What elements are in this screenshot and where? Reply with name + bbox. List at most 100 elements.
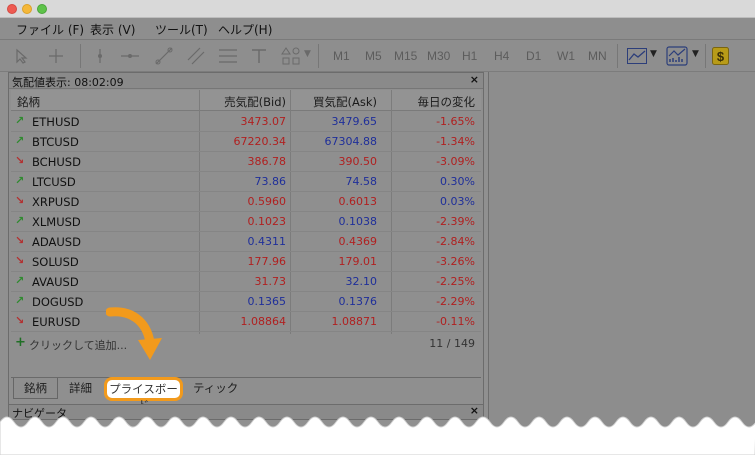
- daily-change: -3.26%: [436, 255, 475, 268]
- column-bid[interactable]: 売気配(Bid): [224, 94, 286, 110]
- table-row[interactable]: ↘ EURUSD 1.08864 1.08871 -0.11%: [11, 312, 481, 332]
- toolbar-separator: [705, 44, 706, 68]
- daily-change: -2.25%: [436, 275, 475, 288]
- plus-icon: +: [15, 335, 26, 350]
- daily-change: -2.39%: [436, 215, 475, 228]
- symbol-name: XRPUSD: [32, 195, 80, 209]
- bid-price: 386.78: [247, 155, 287, 168]
- text-tool-icon[interactable]: [250, 47, 268, 65]
- table-row[interactable]: ↘ SOLUSD 177.96 179.01 -3.26%: [11, 252, 481, 272]
- symbol-name: BTCUSD: [32, 135, 79, 149]
- arrow-down-icon: ↘: [15, 254, 25, 267]
- dollar-icon[interactable]: $: [712, 47, 729, 65]
- arrow-down-icon: ↘: [15, 154, 25, 167]
- crosshair-icon[interactable]: [48, 48, 64, 64]
- table-row[interactable]: ↗ DOGUSD 0.1365 0.1376 -2.29%: [11, 292, 481, 312]
- ask-price: 3479.65: [331, 115, 378, 128]
- table-row[interactable]: ↗ AVAUSD 31.73 32.10 -2.25%: [11, 272, 481, 292]
- bid-price: 3473.07: [240, 115, 287, 128]
- table-row[interactable]: ↗ BTCUSD 67220.34 67304.88 -1.34%: [11, 132, 481, 152]
- arrow-up-icon: ↗: [15, 274, 25, 287]
- bid-price: 0.1023: [247, 215, 287, 228]
- chart-area: [488, 72, 755, 455]
- bid-price: 1.08864: [240, 315, 287, 328]
- tab-symbols[interactable]: 銘柄: [13, 378, 58, 399]
- menu-file[interactable]: ファイル (F): [16, 21, 84, 38]
- arrow-up-icon: ↗: [15, 294, 25, 307]
- bid-price: 31.73: [254, 275, 287, 288]
- timeframe-m1[interactable]: M1: [333, 49, 350, 63]
- table-row[interactable]: ↗ LTCUSD 73.86 74.58 0.30%: [11, 172, 481, 192]
- tab-ticks[interactable]: ティック: [193, 380, 238, 396]
- timeframe-w1[interactable]: W1: [557, 49, 575, 63]
- column-daily-change[interactable]: 毎日の変化: [418, 94, 476, 110]
- arrow-down-icon: ↘: [15, 314, 25, 327]
- close-icon[interactable]: ×: [470, 73, 479, 86]
- add-symbol-row[interactable]: + クリックして追加... 11 / 149: [11, 334, 481, 354]
- daily-change: -2.84%: [436, 235, 475, 248]
- bid-price: 177.96: [247, 255, 287, 268]
- arrow-down-icon: ↘: [15, 234, 25, 247]
- timeframe-h1[interactable]: H1: [462, 49, 477, 63]
- table-row[interactable]: ↘ XRPUSD 0.5960 0.6013 0.03%: [11, 192, 481, 212]
- timeframe-m5[interactable]: M5: [365, 49, 382, 63]
- bid-price: 73.86: [254, 175, 287, 188]
- timeframe-mn[interactable]: MN: [588, 49, 607, 63]
- daily-change: 0.30%: [440, 175, 475, 188]
- column-symbol[interactable]: 銘柄: [17, 94, 40, 110]
- tab-price-board[interactable]: プライスボード: [104, 377, 183, 412]
- menu-help[interactable]: ヘルプ(H): [218, 21, 272, 38]
- arrow-up-icon: ↗: [15, 174, 25, 187]
- line-chart-icon[interactable]: [627, 48, 647, 64]
- tab-details[interactable]: 詳細: [69, 380, 92, 396]
- timeframe-m30[interactable]: M30: [427, 49, 450, 63]
- bid-price: 0.1365: [247, 295, 287, 308]
- arrow-up-icon: ↗: [15, 214, 25, 227]
- indicators-dropdown-icon[interactable]: ▼: [692, 49, 699, 59]
- bid-price: 0.4311: [247, 235, 287, 248]
- table-row[interactable]: ↘ BCHUSD 386.78 390.50 -3.09%: [11, 152, 481, 172]
- ask-price: 74.58: [345, 175, 378, 188]
- symbol-name: ADAUSD: [32, 235, 81, 249]
- shapes-icon[interactable]: [281, 46, 303, 66]
- menu-view[interactable]: 表示 (V): [90, 21, 135, 38]
- symbol-name: EURUSD: [32, 315, 81, 329]
- vertical-line-icon[interactable]: [92, 48, 108, 64]
- table-row[interactable]: ↗ XLMUSD 0.1023 0.1038 -2.39%: [11, 212, 481, 232]
- zoom-window-button[interactable]: [37, 4, 47, 14]
- table-row[interactable]: ↘ ADAUSD 0.4311 0.4369 -2.84%: [11, 232, 481, 252]
- horizontal-line-icon[interactable]: [120, 48, 140, 64]
- toolbar-separator: [80, 44, 81, 68]
- daily-change: -0.11%: [436, 315, 475, 328]
- symbol-name: ETHUSD: [32, 115, 80, 129]
- ask-price: 1.08871: [331, 315, 378, 328]
- callout-arrow-icon: [106, 307, 162, 360]
- fibonacci-icon[interactable]: [218, 47, 238, 65]
- title-bar: [0, 0, 755, 18]
- table-row[interactable]: ↗ ETHUSD 3473.07 3479.65 -1.65%: [11, 112, 481, 132]
- channel-icon[interactable]: [186, 46, 206, 66]
- daily-change: 0.03%: [440, 195, 475, 208]
- arrow-up-icon: ↗: [15, 114, 25, 127]
- ask-price: 0.1376: [338, 295, 378, 308]
- timeframe-h4[interactable]: H4: [494, 49, 509, 63]
- shapes-dropdown-icon[interactable]: ▼: [304, 49, 311, 59]
- symbol-name: XLMUSD: [32, 215, 81, 229]
- column-header: 銘柄 売気配(Bid) 買気配(Ask) 毎日の変化: [11, 90, 481, 111]
- indicators-icon[interactable]: [666, 46, 688, 66]
- close-window-button[interactable]: [7, 4, 17, 14]
- chart-type-dropdown-icon[interactable]: ▼: [650, 49, 657, 59]
- market-watch-header: 気配値表示: 08:02:09 ×: [9, 73, 483, 89]
- ask-price: 0.6013: [338, 195, 378, 208]
- minimize-window-button[interactable]: [22, 4, 32, 14]
- menu-tools[interactable]: ツール(T): [155, 21, 208, 38]
- timeframe-d1[interactable]: D1: [526, 49, 541, 63]
- app-window: ファイル (F) 表示 (V) ツール(T) ヘルプ(H) ▼ M1 M5 M1…: [0, 0, 755, 455]
- column-ask[interactable]: 買気配(Ask): [313, 94, 377, 110]
- arrow-down-icon: ↘: [15, 194, 25, 207]
- cursor-icon[interactable]: [14, 48, 30, 64]
- timeframe-m15[interactable]: M15: [394, 49, 417, 63]
- ask-price: 32.10: [345, 275, 378, 288]
- trendline-icon[interactable]: [154, 46, 174, 66]
- svg-text:$: $: [717, 49, 725, 64]
